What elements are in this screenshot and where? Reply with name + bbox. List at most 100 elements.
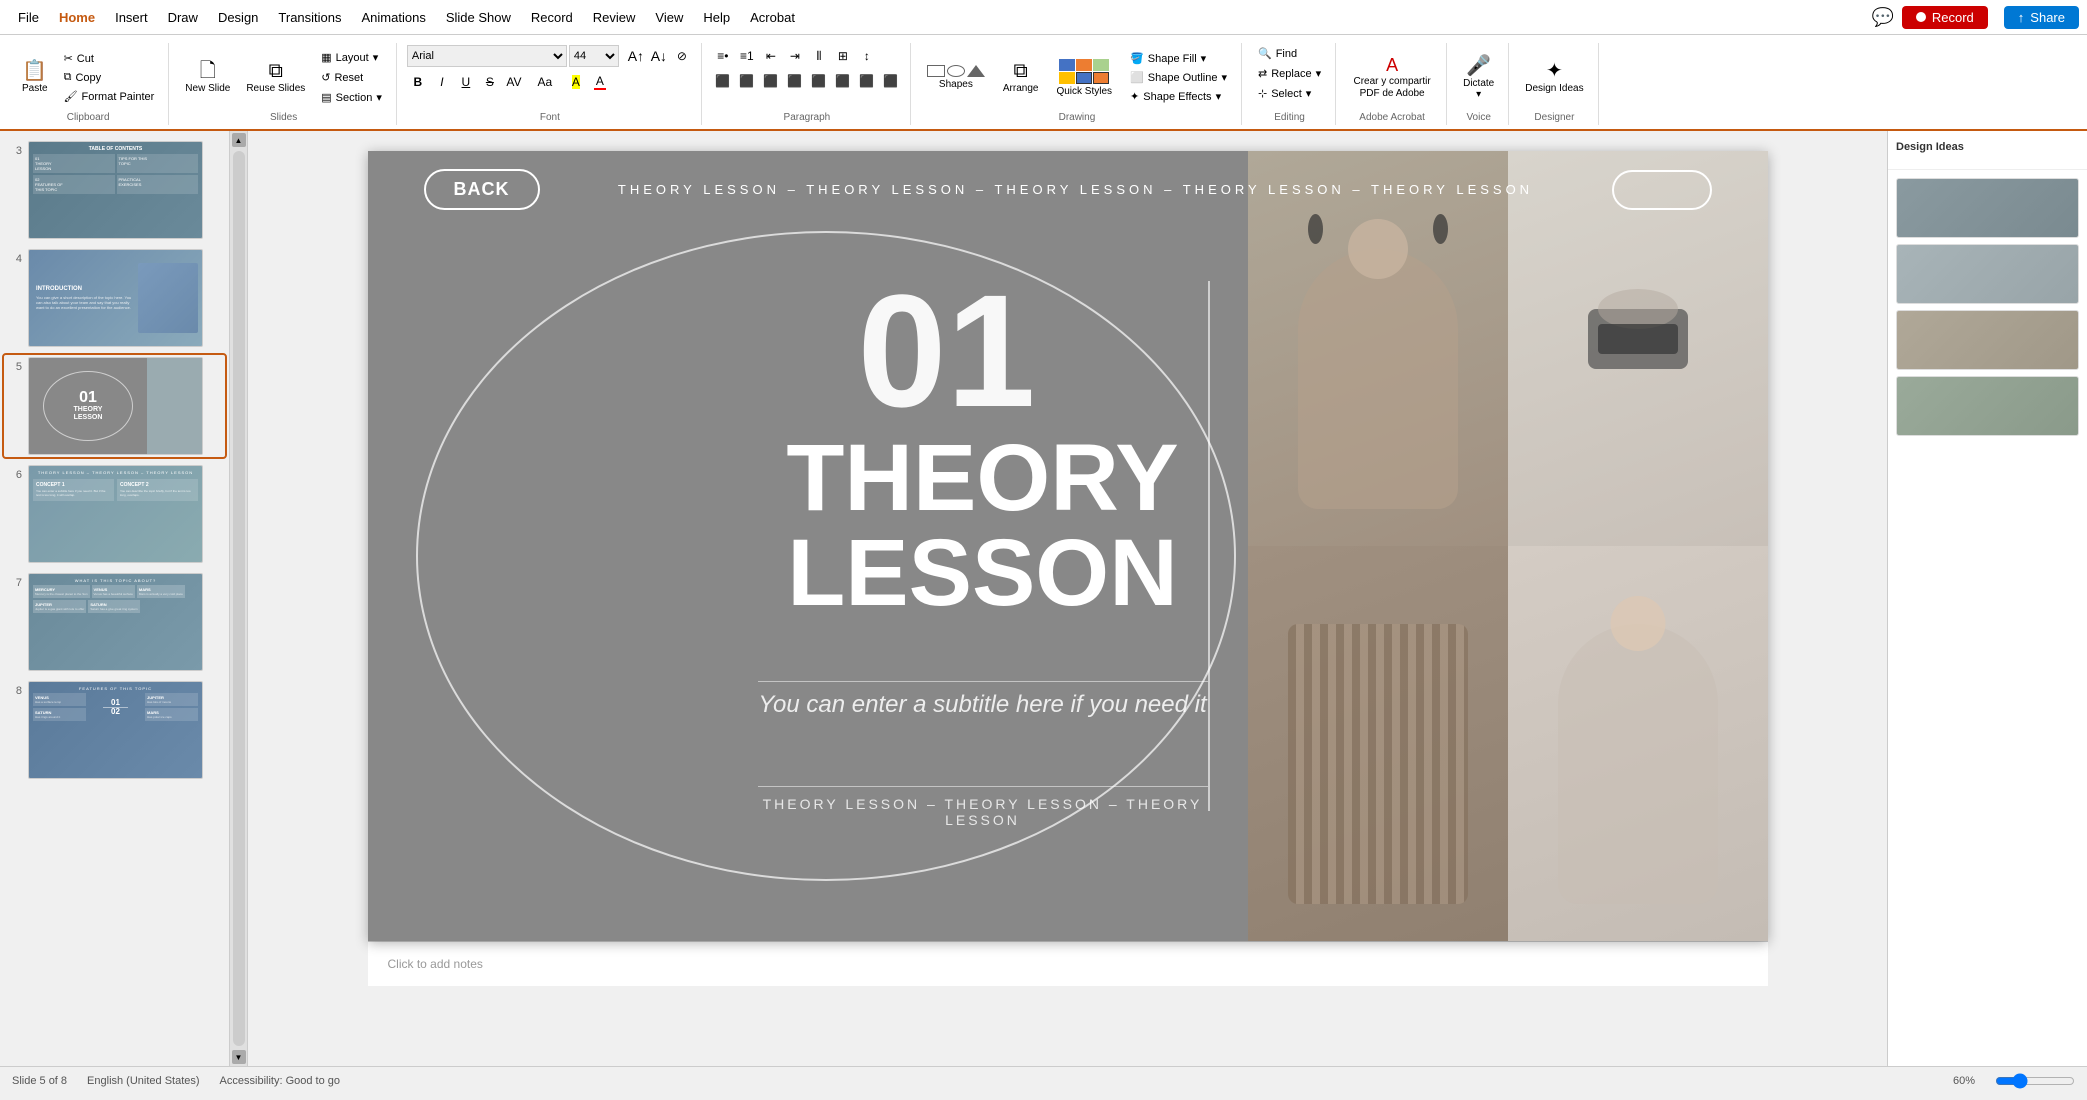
text-direction-button[interactable]: ⬛ [832,70,854,92]
design-ideas-title: Design Ideas [1896,141,2079,153]
slide-canvas[interactable]: BACK THEORY LESSON – THEORY LESSON – THE… [368,151,1768,941]
slide-thumb-3[interactable]: 3 TABLE OF CONTENTS 01THEORYLESSON TIPS … [4,139,225,241]
slide-image-6: THEORY LESSON – THEORY LESSON – THEORY L… [28,465,203,563]
reuse-slides-button[interactable]: ⧉ Reuse Slides [240,58,311,97]
shapes-button[interactable]: Shapes [921,62,991,93]
dictate-icon: 🎤 [1466,56,1491,76]
select-button[interactable]: ⊹ Select ▾ [1252,85,1317,102]
drawing-col: 🪣 Shape Fill ▾ ⬜ Shape Outline ▾ ✦ Shape… [1124,50,1233,105]
bullets-button[interactable]: ≡• [712,45,734,67]
menu-view[interactable]: View [645,6,693,29]
font-name-select[interactable]: Arial [407,45,567,67]
design-ideas-button[interactable]: ✦ Design Ideas [1519,58,1589,97]
menu-insert[interactable]: Insert [105,6,158,29]
menu-animations[interactable]: Animations [352,6,436,29]
copy-button[interactable]: ⧉ Copy [58,69,161,86]
format-painter-icon: 🖌 [64,90,78,103]
font-name-row: Arial 44 A↑ A↓ ⊘ [407,45,693,67]
back-button[interactable]: BACK [424,169,540,210]
reset-icon: ↺ [321,71,330,84]
design-idea-2[interactable] [1896,244,2079,304]
replace-icon: ⇄ [1258,67,1267,80]
line-spacing-button[interactable]: ↕ [856,45,878,67]
shape-effects-button[interactable]: ✦ Shape Effects ▾ [1124,88,1233,105]
design-idea-1[interactable] [1896,178,2079,238]
quick-styles-button[interactable]: Quick Styles [1050,56,1118,100]
new-slide-button[interactable]: 🗋 New Slide [179,58,236,97]
decrease-indent-button[interactable]: ⇤ [760,45,782,67]
align-justify-button[interactable]: ⬛ [784,70,806,92]
font-group: Arial 44 A↑ A↓ ⊘ B I U S AV [399,43,702,125]
layout-button[interactable]: ▦ Layout ▾ [315,49,388,66]
replace-button[interactable]: ⇄ Replace ▾ [1252,65,1327,82]
col-button[interactable]: ⫴ [808,45,830,67]
zoom-slider[interactable] [1995,1073,2075,1089]
reset-button[interactable]: ↺ Reset [315,69,388,86]
align-left-button[interactable]: ⬛ [712,70,734,92]
design-idea-4[interactable] [1896,376,2079,436]
record-button-top[interactable]: Record [1902,6,1988,29]
clipboard-group-content: 📋 Paste ✂ Cut ⧉ Copy 🖌 Format Painter [16,45,160,110]
font-size-select[interactable]: 44 [569,45,619,67]
slide-thumb-4[interactable]: 4 INTRODUCTION You can give a short desc… [4,247,225,349]
find-button[interactable]: 🔍 Find [1252,45,1303,62]
text-align-button[interactable]: ⬛ [856,70,878,92]
share-button-top[interactable]: ↑ Share [2004,6,2079,29]
slide-num-6: 6 [6,465,22,481]
menu-design[interactable]: Design [208,6,268,29]
format-painter-button[interactable]: 🖌 Format Painter [58,88,161,105]
paste-button[interactable]: 📋 Paste [16,58,54,97]
vertical-scrollbar[interactable]: ▲ ▼ [230,131,248,1066]
arrange-button[interactable]: ⧉ Arrange [997,58,1045,97]
shape-fill-button[interactable]: 🪣 Shape Fill ▾ [1124,50,1233,67]
change-case-button[interactable]: Aa [534,71,556,93]
highlight-button[interactable]: A [565,71,587,93]
slide-thumb-8[interactable]: 8 FEATURES OF THIS TOPIC VENUS Has a sur… [4,679,225,781]
menu-draw[interactable]: Draw [158,6,208,29]
cut-button[interactable]: ✂ Cut [58,50,161,67]
menu-help[interactable]: Help [693,6,740,29]
strikethrough-button[interactable]: S [479,71,501,93]
slide-num-4: 4 [6,249,22,265]
char-spacing-button[interactable]: AV [503,71,525,93]
slide-thumb-5[interactable]: 5 01 THEORYLESSON [4,355,225,457]
clear-format-button[interactable]: ⊘ [671,45,693,67]
scroll-down-button[interactable]: ▼ [232,1050,246,1064]
scroll-up-button[interactable]: ▲ [232,133,246,147]
increase-indent-button[interactable]: ⇥ [784,45,806,67]
design-idea-3[interactable] [1896,310,2079,370]
shape-outline-button[interactable]: ⬜ Shape Outline ▾ [1124,69,1233,86]
increase-font-button[interactable]: A↑ [625,45,647,67]
slide-image-3: TABLE OF CONTENTS 01THEORYLESSON TIPS FO… [28,141,203,239]
smart-art-button[interactable]: ⊞ [832,45,854,67]
underline-button[interactable]: U [455,71,477,93]
menu-record[interactable]: Record [521,6,583,29]
section-button[interactable]: ▤ Section ▾ [315,89,388,106]
comments-icon[interactable]: 💬 [1871,7,1893,28]
slide-thumb-6[interactable]: 6 THEORY LESSON – THEORY LESSON – THEORY… [4,463,225,565]
menu-file[interactable]: File [8,6,49,29]
notes-area[interactable]: Click to add notes [368,941,1768,986]
main-area: 3 TABLE OF CONTENTS 01THEORYLESSON TIPS … [0,131,2087,1066]
menu-transitions[interactable]: Transitions [268,6,351,29]
menu-review[interactable]: Review [583,6,646,29]
align-center-button[interactable]: ⬛ [736,70,758,92]
col-layout-button[interactable]: ⬛ [808,70,830,92]
slide-thumb-7[interactable]: 7 WHAT IS THIS TOPIC ABOUT? MERCURY Merc… [4,571,225,673]
numbering-button[interactable]: ≡1 [736,45,758,67]
adobe-create-button[interactable]: A Crear y compartir PDF de Adobe [1346,53,1438,103]
bold-button[interactable]: B [407,71,429,93]
voice-group-content: 🎤 Dictate ▾ [1457,45,1500,110]
italic-button[interactable]: I [431,71,453,93]
menu-slideshow[interactable]: Slide Show [436,6,521,29]
convert-smartart-button[interactable]: ⬛ [880,70,902,92]
dictate-button[interactable]: 🎤 Dictate ▾ [1457,53,1500,103]
record-dot-icon [1916,12,1926,22]
menu-home[interactable]: Home [49,6,105,29]
status-bar: Slide 5 of 8 English (United States) Acc… [0,1066,2087,1094]
align-right-button[interactable]: ⬛ [760,70,782,92]
menu-acrobat[interactable]: Acrobat [740,6,805,29]
font-color-button[interactable]: A [589,71,611,93]
decrease-font-button[interactable]: A↓ [648,45,670,67]
accessibility-status: Accessibility: Good to go [220,1075,340,1087]
